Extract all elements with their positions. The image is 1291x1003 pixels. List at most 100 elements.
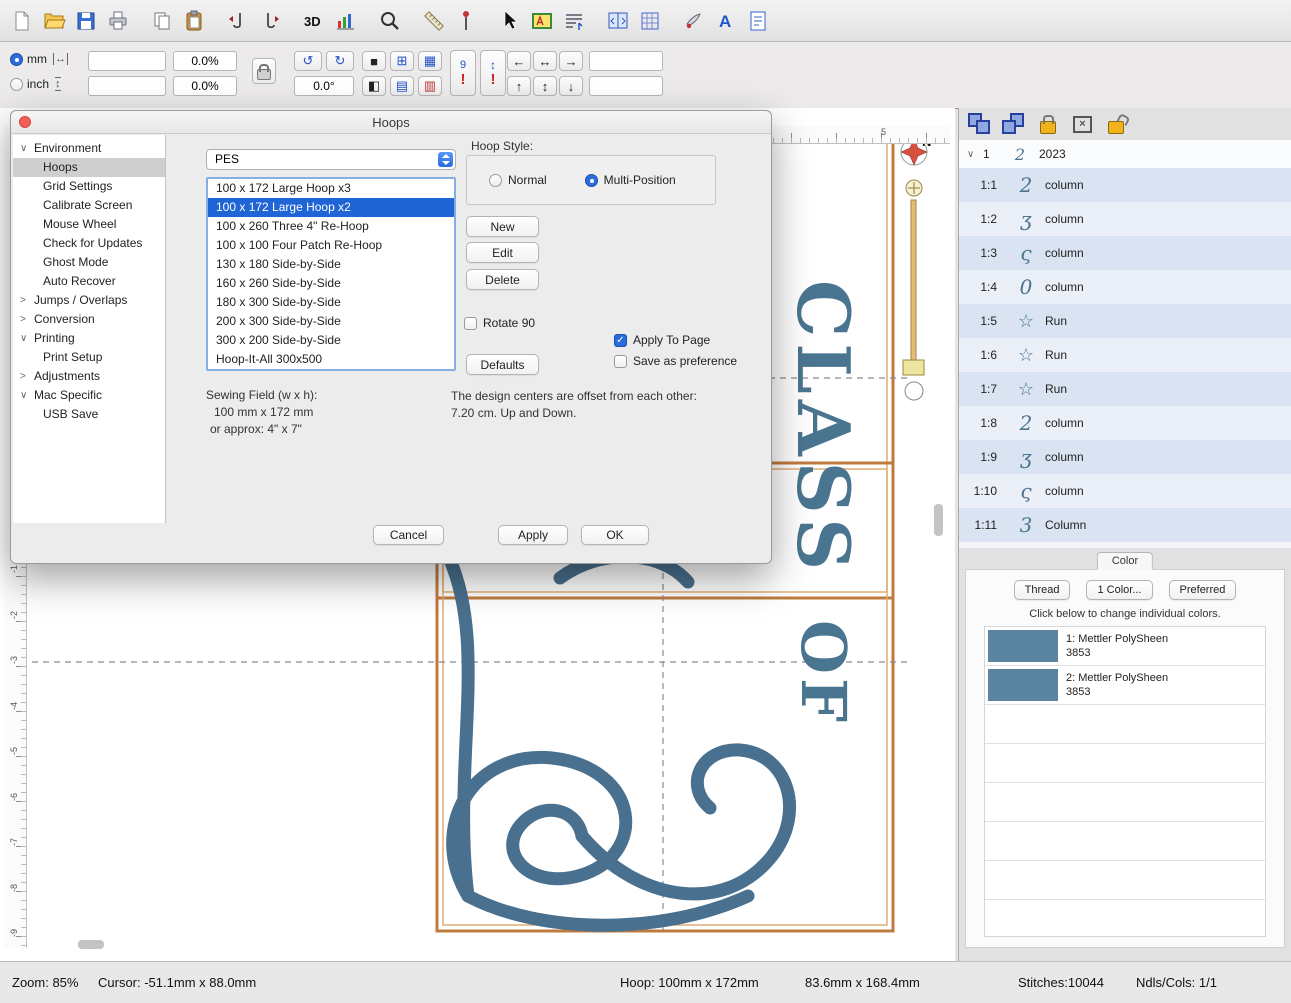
tree-item-conversion[interactable]: >Conversion <box>13 310 165 329</box>
align-bottom-button[interactable]: ↓ <box>559 76 583 96</box>
delete-box-button[interactable]: × <box>1069 112 1095 136</box>
save-button[interactable] <box>72 7 100 35</box>
height-value-field[interactable] <box>88 76 166 96</box>
design-root-row[interactable]: ∨ 1 2 2023 <box>959 140 1291 168</box>
sequence-warning-button[interactable]: 9! <box>450 50 476 96</box>
measure-warning-button[interactable]: ↕! <box>480 50 506 96</box>
tree-item-check-for-updates[interactable]: Check for Updates <box>13 234 165 253</box>
tree-item-adjustments[interactable]: >Adjustments <box>13 367 165 386</box>
object-row[interactable]: 1:12column <box>959 168 1291 202</box>
object-row[interactable]: 1:82column <box>959 406 1291 440</box>
chevron-down-icon[interactable]: ∨ <box>20 329 34 348</box>
stitch-slider[interactable] <box>903 180 924 400</box>
horizontal-scrollbar-thumb[interactable] <box>78 940 104 949</box>
object-row[interactable]: 1:9ʒcolumn <box>959 440 1291 474</box>
thread-row-empty[interactable] <box>985 822 1265 861</box>
chevron-down-icon[interactable]: ∨ <box>20 139 34 158</box>
thread-row-empty[interactable] <box>985 861 1265 900</box>
notes-button[interactable] <box>744 7 772 35</box>
edit-hoop-button[interactable]: Edit <box>466 242 539 263</box>
hoop-style-multi-radio[interactable]: Multi-Position <box>585 173 676 187</box>
new-document-button[interactable] <box>8 7 36 35</box>
hoop-option[interactable]: 100 x 260 Three 4" Re-Hoop <box>208 217 454 236</box>
copy-button[interactable] <box>148 7 176 35</box>
rotate-ccw-button[interactable]: ↺ <box>294 51 322 71</box>
save-as-preference-checkbox[interactable]: Save as preference <box>614 354 737 368</box>
proportional-lock-button[interactable] <box>252 58 276 84</box>
design-swirl-ornament[interactable] <box>450 557 790 926</box>
stack-button[interactable] <box>967 112 993 136</box>
tree-item-grid-settings[interactable]: Grid Settings <box>13 177 165 196</box>
align-center-v-button[interactable]: ↕ <box>533 76 557 96</box>
unit-inch-radio[interactable]: inch ↕ <box>10 77 61 91</box>
cursor-button[interactable] <box>496 7 524 35</box>
thread-row-empty[interactable] <box>985 900 1265 937</box>
object-row[interactable]: 1:2ʒcolumn <box>959 202 1291 236</box>
unit-mm-radio[interactable]: mm ↔ <box>10 52 68 66</box>
thread-row-empty[interactable] <box>985 744 1265 783</box>
tree-item-mouse-wheel[interactable]: Mouse Wheel <box>13 215 165 234</box>
split-window-button[interactable] <box>604 7 632 35</box>
hoop-option[interactable]: Hoop-It-All 300x500 <box>208 350 454 369</box>
new-hoop-button[interactable]: New <box>466 216 539 237</box>
design-text-class[interactable]: CLASS <box>781 280 866 576</box>
position-x-field[interactable] <box>589 51 663 71</box>
object-row[interactable]: 1:40column <box>959 270 1291 304</box>
tree-item-environment[interactable]: ∨Environment <box>13 139 165 158</box>
align-left-button[interactable]: ← <box>507 51 531 71</box>
open-folder-button[interactable] <box>40 7 68 35</box>
object-row[interactable]: 1:7☆Run <box>959 372 1291 406</box>
half-fill-button[interactable]: ◧ <box>362 76 386 96</box>
object-row[interactable]: 1:10ςcolumn <box>959 474 1291 508</box>
align-top-button[interactable]: ↑ <box>507 76 531 96</box>
cancel-button[interactable]: Cancel <box>373 525 444 545</box>
hoop-style-normal-radio[interactable]: Normal <box>489 173 547 187</box>
format-select[interactable]: PES <box>206 149 456 170</box>
pin-button[interactable] <box>452 7 480 35</box>
tree-item-jumps-overlaps[interactable]: >Jumps / Overlaps <box>13 291 165 310</box>
defaults-button[interactable]: Defaults <box>466 354 539 375</box>
tree-item-mac-specific[interactable]: ∨Mac Specific <box>13 386 165 405</box>
letter-a-button[interactable]: A <box>712 7 740 35</box>
align-right-button[interactable]: → <box>559 51 583 71</box>
object-row[interactable]: 1:113Column <box>959 508 1291 542</box>
angle-field[interactable] <box>294 76 354 96</box>
stitch-columns-button[interactable]: ▥ <box>418 76 442 96</box>
tree-item-usb-save[interactable]: USB Save <box>13 405 165 424</box>
one-color-button[interactable]: 1 Color... <box>1086 580 1152 600</box>
slider-handle[interactable] <box>903 360 924 375</box>
chevron-right-icon[interactable]: > <box>20 291 34 310</box>
unlock-button[interactable] <box>1103 112 1129 136</box>
tree-item-print-setup[interactable]: Print Setup <box>13 348 165 367</box>
color-tab[interactable]: Color <box>1097 552 1153 570</box>
sequence-button[interactable] <box>1001 112 1027 136</box>
stitch-lines-button[interactable]: ▤ <box>390 76 414 96</box>
hoop-option[interactable]: 200 x 300 Side-by-Side <box>208 312 454 331</box>
ok-button[interactable]: OK <box>581 525 649 545</box>
tree-item-ghost-mode[interactable]: Ghost Mode <box>13 253 165 272</box>
hoop-option-selected[interactable]: 100 x 172 Large Hoop x2 <box>208 198 454 217</box>
hoop-option[interactable]: 100 x 172 Large Hoop x3 <box>208 179 454 198</box>
thread-button[interactable]: Thread <box>1014 580 1071 600</box>
sequence-back-button[interactable] <box>224 7 252 35</box>
thread-swatch[interactable] <box>988 630 1058 662</box>
center-design-button[interactable]: ⊞ <box>390 51 414 71</box>
thread-swatch[interactable] <box>988 669 1058 701</box>
thread-row[interactable]: 1: Mettler PolySheen3853 <box>985 627 1265 666</box>
tree-item-calibrate-screen[interactable]: Calibrate Screen <box>13 196 165 215</box>
lettering-button[interactable] <box>528 7 556 35</box>
measure-button[interactable] <box>420 7 448 35</box>
chevron-right-icon[interactable]: > <box>20 367 34 386</box>
vertical-scrollbar-thumb[interactable] <box>934 504 943 536</box>
object-row[interactable]: 1:6☆Run <box>959 338 1291 372</box>
print-button[interactable] <box>104 7 132 35</box>
width-value-field[interactable] <box>88 51 166 71</box>
thread-row-empty[interactable] <box>985 783 1265 822</box>
chevron-down-icon[interactable]: ∨ <box>20 386 34 405</box>
chevron-down-icon[interactable]: ∨ <box>959 149 983 160</box>
align-center-h-button[interactable]: ↔ <box>533 51 557 71</box>
density-button[interactable] <box>560 7 588 35</box>
rotate-cw-button[interactable]: ↻ <box>326 51 354 71</box>
zoom-button[interactable] <box>376 7 404 35</box>
hoop-option[interactable]: 100 x 100 Four Patch Re-Hoop <box>208 236 454 255</box>
